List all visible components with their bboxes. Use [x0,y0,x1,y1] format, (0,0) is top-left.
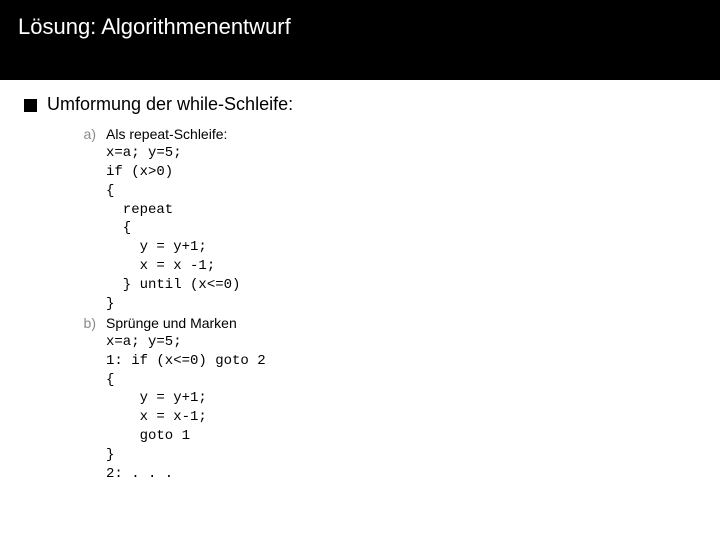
bullet-item: Umformung der while-Schleife: [24,94,720,115]
slide-header: Lösung: Algorithmenentwurf [0,0,720,80]
item-a-heading: Als repeat-Schleife: [106,125,240,144]
slide-content: Umformung der while-Schleife: a) Als rep… [0,80,720,484]
item-a-code: x=a; y=5; if (x>0) { repeat { y = y+1; x… [106,144,240,314]
item-b-heading: Sprünge und Marken [106,314,266,333]
square-bullet-icon [24,99,37,112]
sub-list: a) Als repeat-Schleife: x=a; y=5; if (x>… [78,125,720,484]
list-item-b: b) Sprünge und Marken x=a; y=5; 1: if (x… [78,314,720,484]
list-body-b: Sprünge und Marken x=a; y=5; 1: if (x<=0… [106,314,266,484]
list-label-a: a) [78,125,96,144]
bullet-text: Umformung der while-Schleife: [47,94,293,115]
list-label-b: b) [78,314,96,333]
list-body-a: Als repeat-Schleife: x=a; y=5; if (x>0) … [106,125,240,314]
slide-title: Lösung: Algorithmenentwurf [18,10,702,40]
list-item-a: a) Als repeat-Schleife: x=a; y=5; if (x>… [78,125,720,314]
item-b-code: x=a; y=5; 1: if (x<=0) goto 2 { y = y+1;… [106,333,266,484]
